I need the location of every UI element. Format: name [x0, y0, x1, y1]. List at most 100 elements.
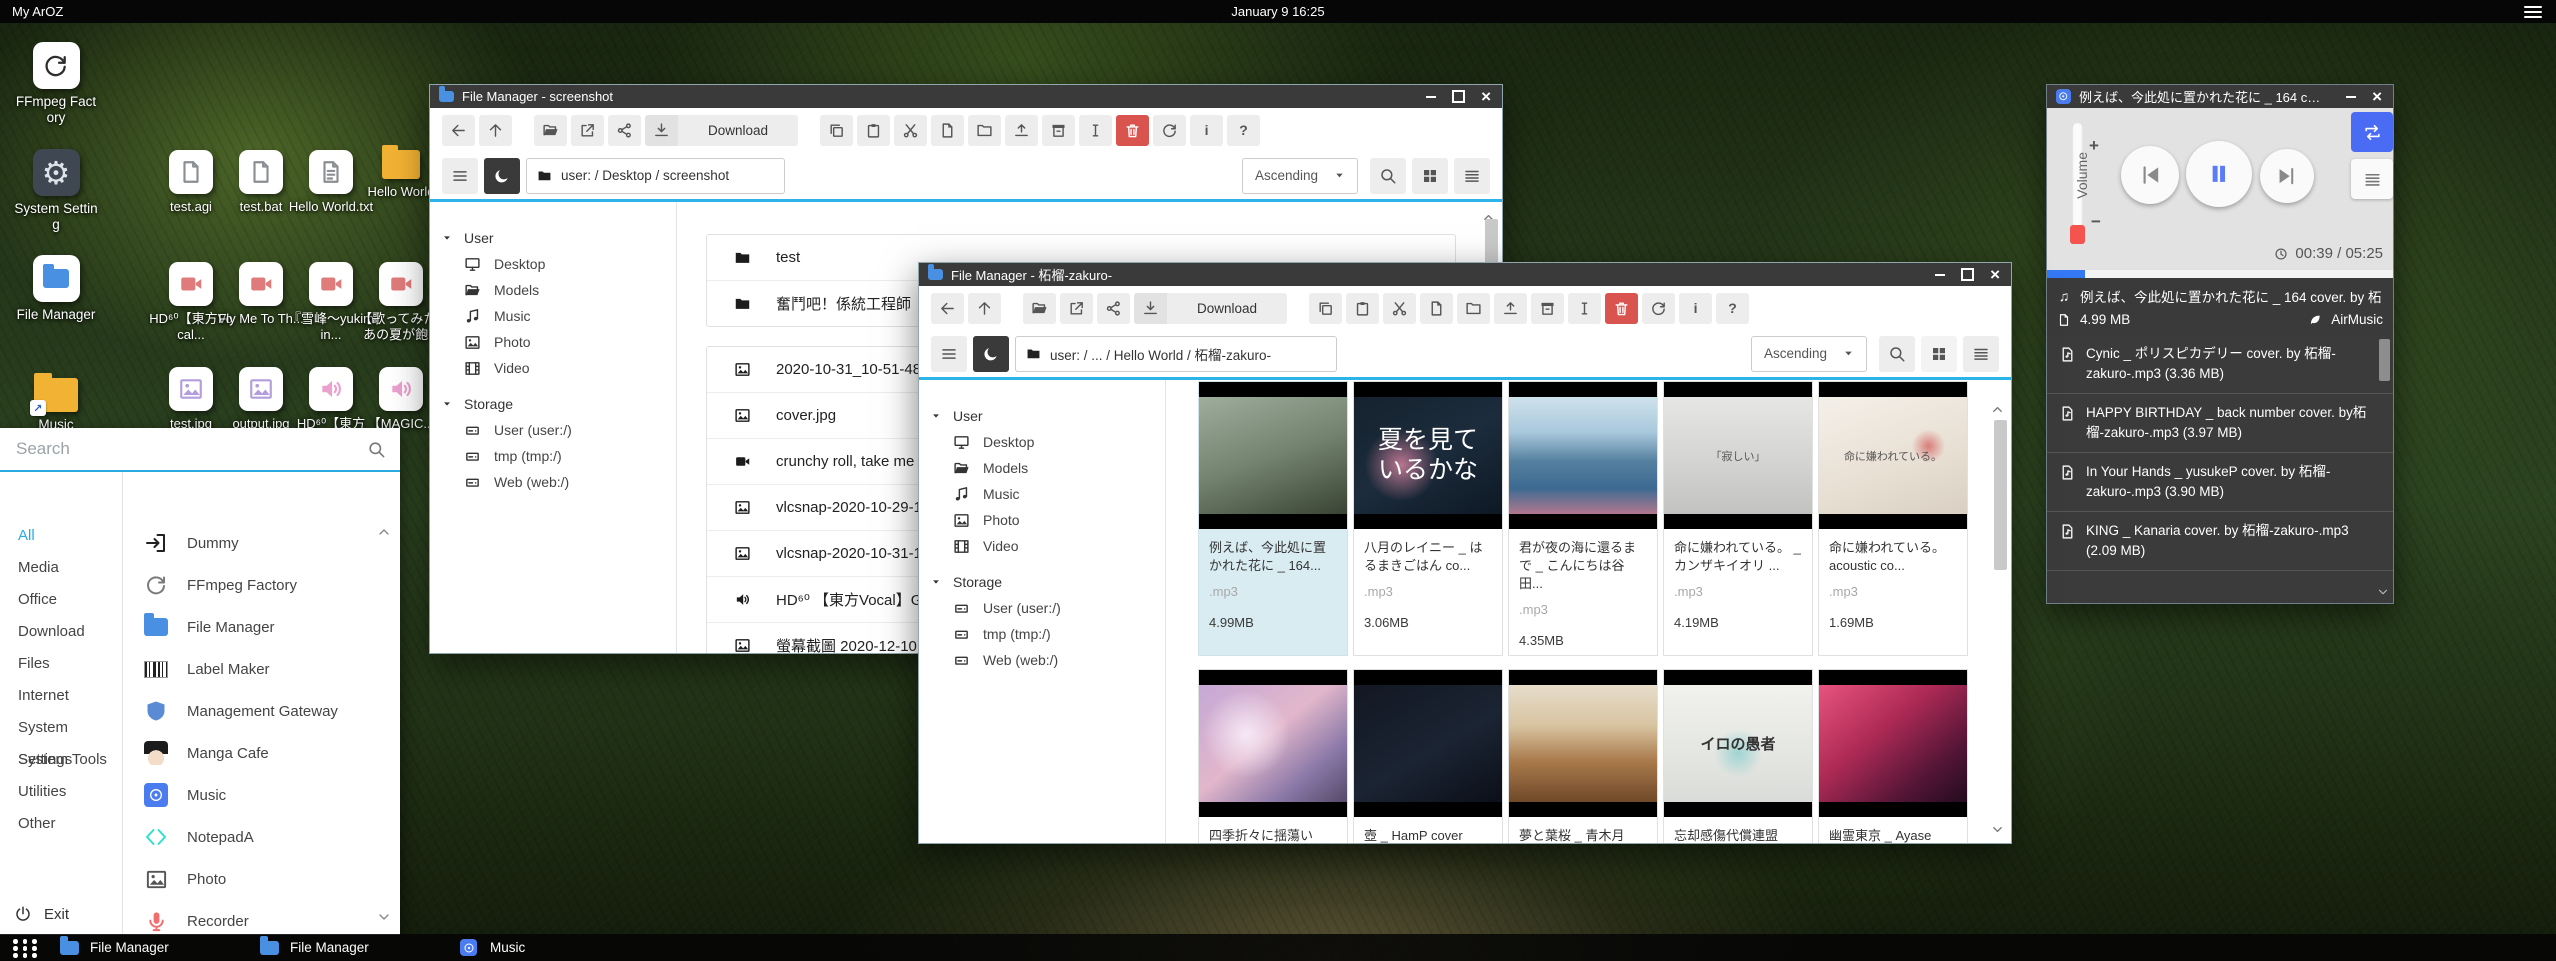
playlist-scrollbar-thumb[interactable] [2379, 339, 2390, 381]
desktop-app-music[interactable]: ↗Music [10, 369, 102, 433]
archive-button[interactable] [1042, 115, 1075, 146]
paste-button[interactable] [1346, 293, 1379, 324]
fm2-title-bar[interactable]: File Manager - 柘榴-zakuro- × [919, 263, 2011, 286]
music-file-card[interactable]: 壺 _ HamP cover.mp3 [1353, 669, 1503, 843]
sidebar-section-storage[interactable]: Storage [919, 568, 1165, 595]
sidebar-item-models[interactable]: Models [430, 277, 676, 303]
new-folder-button[interactable] [968, 115, 1001, 146]
close-button[interactable]: × [1481, 88, 1491, 105]
up-button[interactable] [968, 293, 1001, 324]
delete-button[interactable] [1605, 293, 1638, 324]
sidebar-section-storage[interactable]: Storage [430, 390, 676, 417]
close-button[interactable]: × [2372, 88, 2382, 105]
pause-button[interactable] [2186, 141, 2252, 207]
sidebar-item-photo[interactable]: Photo [919, 507, 1165, 533]
topbar-menu-icon[interactable] [2524, 6, 2542, 18]
menu-app-recorder[interactable]: Recorder [123, 900, 400, 935]
category-all[interactable]: All [0, 520, 122, 552]
download-button[interactable]: Download [1134, 293, 1287, 324]
download-button[interactable]: Download [645, 115, 798, 146]
scrollbar-thumb[interactable] [1994, 420, 2007, 570]
sidebar-item-video[interactable]: Video [919, 533, 1165, 559]
upload-button[interactable] [1494, 293, 1527, 324]
up-button[interactable] [479, 115, 512, 146]
sidebar-section-user[interactable]: User [430, 224, 676, 251]
repeat-button[interactable] [2351, 112, 2393, 152]
sidebar-item-desktop[interactable]: Desktop [919, 429, 1165, 455]
menu-app-ffmpeg-factory[interactable]: FFmpeg Factory [123, 564, 400, 606]
previous-track-button[interactable] [2121, 146, 2179, 204]
cut-button[interactable] [894, 115, 927, 146]
dark-mode-button[interactable] [973, 336, 1009, 372]
share-button[interactable] [1097, 293, 1130, 324]
taskbar-item-file-manager[interactable]: File Manager [60, 934, 169, 961]
music-file-card[interactable]: 「寂しい」命に嫌われている。 _ カンザキイオリ ....mp34.19MB [1663, 381, 1813, 656]
back-button[interactable] [931, 293, 964, 324]
path-bar[interactable]: user: / ... / Hello World / 柘榴-zakuro- [1015, 336, 1337, 372]
rename-button[interactable] [1079, 115, 1112, 146]
close-button[interactable]: × [1990, 266, 2000, 283]
apps-scroll-down-icon[interactable] [376, 909, 392, 925]
next-track-button[interactable] [2260, 149, 2314, 203]
open-button[interactable] [534, 115, 567, 146]
minimize-button[interactable] [2346, 96, 2356, 98]
music-file-card[interactable]: イロの愚者忘却感傷代償連盟.mp3 [1663, 669, 1813, 843]
taskbar-item-music[interactable]: Music [460, 934, 525, 961]
search-button[interactable] [1879, 336, 1915, 372]
sidebar-item-music[interactable]: Music [919, 481, 1165, 507]
music-file-card[interactable]: 幽霊東京 _ Ayase.mp3 [1818, 669, 1968, 843]
category-other[interactable]: Other [0, 808, 122, 840]
music-file-card[interactable]: 夏を見て いるかな八月のレイニー _ はるまきごはん co....mp33.06… [1353, 381, 1503, 656]
playlist-item[interactable]: Cynic _ ポリスピカデリー cover. by 柘榴-zakuro-.mp… [2047, 335, 2393, 394]
copy-button[interactable] [1309, 293, 1342, 324]
category-office[interactable]: Office [0, 584, 122, 616]
open-in-new-button[interactable] [1060, 293, 1093, 324]
maximize-button[interactable] [1452, 90, 1465, 103]
exit-button[interactable]: Exit [14, 905, 69, 923]
sort-dropdown[interactable]: Ascending [1751, 336, 1867, 372]
playlist-item[interactable]: HAPPY BIRTHDAY _ back number cover. by柘榴… [2047, 394, 2393, 453]
refresh-button[interactable] [1153, 115, 1186, 146]
menu-app-music[interactable]: Music [123, 774, 400, 816]
open-in-new-button[interactable] [571, 115, 604, 146]
scroll-up-icon[interactable] [1990, 402, 2005, 417]
sidebar-item-desktop[interactable]: Desktop [430, 251, 676, 277]
menu-app-file-manager[interactable]: File Manager [123, 606, 400, 648]
rename-button[interactable] [1568, 293, 1601, 324]
music-file-card[interactable]: 夢と葉桜 _ 青木月.mp3 [1508, 669, 1658, 843]
open-button[interactable] [1023, 293, 1056, 324]
seek-bar[interactable] [2047, 270, 2393, 278]
scroll-down-icon[interactable] [1990, 822, 2005, 837]
sidebar-section-user[interactable]: User [919, 402, 1165, 429]
menu-app-manga-cafe[interactable]: Manga Cafe [123, 732, 400, 774]
properties-button[interactable]: i [1679, 293, 1712, 324]
sidebar-toggle-button[interactable] [931, 336, 967, 372]
menu-app-dummy[interactable]: Dummy [123, 522, 400, 564]
sidebar-item-models[interactable]: Models [919, 455, 1165, 481]
sidebar-toggle-button[interactable] [442, 158, 478, 194]
sidebar-item-tmp-tmp-[interactable]: tmp (tmp:/) [430, 443, 676, 469]
category-system-tools[interactable]: System Tools [0, 744, 122, 776]
category-utilities[interactable]: Utilities [0, 776, 122, 808]
sidebar-item-music[interactable]: Music [430, 303, 676, 329]
playlist-item[interactable]: KING _ Kanaria cover. by 柘榴-zakuro-.mp3 … [2047, 512, 2393, 571]
dark-mode-button[interactable] [484, 158, 520, 194]
category-download[interactable]: Download [0, 616, 122, 648]
menu-app-label-maker[interactable]: Label Maker [123, 648, 400, 690]
sidebar-item-user-user-[interactable]: User (user:/) [430, 417, 676, 443]
desktop-app-system-setting[interactable]: ⚙System Setting [10, 149, 102, 233]
search-button[interactable] [1370, 158, 1406, 194]
cut-button[interactable] [1383, 293, 1416, 324]
apps-scroll-up-icon[interactable] [376, 524, 392, 540]
app-launcher-icon[interactable] [13, 939, 39, 956]
music-file-card[interactable]: 四季折々に揺蕩い.mp3 [1198, 669, 1348, 843]
music-file-card[interactable]: 命に嫌われている。命に嫌われている。acoustic co....mp31.69… [1818, 381, 1968, 656]
music-file-card[interactable]: 君が夜の海に還るまで _ こんにちは谷田....mp34.35MB [1508, 381, 1658, 656]
category-internet[interactable]: Internet [0, 680, 122, 712]
volume-slider-thumb[interactable] [2070, 225, 2085, 244]
category-system-settings[interactable]: System Settings [0, 712, 122, 744]
sort-dropdown[interactable]: Ascending [1242, 158, 1358, 194]
archive-button[interactable] [1531, 293, 1564, 324]
grid-view-button[interactable] [1412, 158, 1448, 194]
sidebar-item-tmp-tmp-[interactable]: tmp (tmp:/) [919, 621, 1165, 647]
